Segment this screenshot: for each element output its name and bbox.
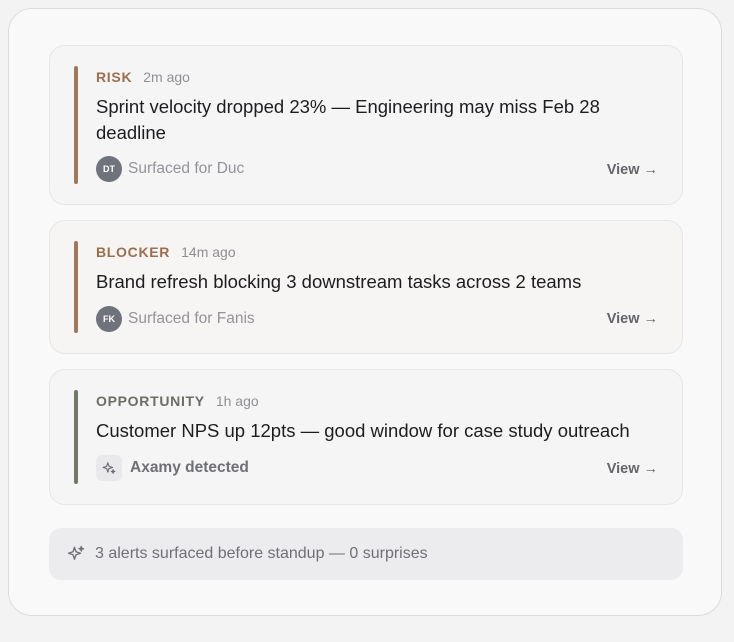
alert-timestamp: 1h ago [215, 393, 259, 409]
alert-kind-label: RISK [96, 69, 133, 85]
alert-timestamp: 14m ago [181, 244, 236, 260]
alert-kind-label: OPPORTUNITY [96, 393, 205, 409]
alert-card-opportunity[interactable]: OPPORTUNITY 1h ago Customer NPS up 12pts… [49, 369, 683, 505]
alert-accent-bar [74, 241, 78, 333]
alert-source-text: Surfaced for Duc [128, 160, 245, 177]
summary-banner: 3 alerts surfaced before standup — 0 sur… [49, 528, 683, 580]
alert-card-blocker[interactable]: BLOCKER 14m ago Brand refresh blocking 3… [49, 220, 683, 354]
alert-source-text: Axamy detected [130, 459, 249, 476]
view-button-label: View [606, 461, 640, 477]
alert-kind-label: BLOCKER [96, 244, 171, 260]
arrow-right-icon: → [643, 311, 659, 327]
alert-source-text: Surfaced for Fanis [128, 310, 255, 327]
alert-title: Customer NPS up 12pts — good window for … [96, 420, 630, 441]
view-button[interactable]: View → [607, 162, 658, 178]
arrow-right-icon: → [643, 461, 659, 477]
alert-accent-bar [74, 66, 78, 184]
avatar: FK [96, 306, 122, 332]
alert-meta: OPPORTUNITY 1h ago [96, 393, 259, 409]
view-button-label: View [606, 311, 640, 327]
avatar: DT [96, 156, 122, 182]
alert-meta: RISK 2m ago [96, 69, 190, 85]
alert-meta: BLOCKER 14m ago [96, 244, 236, 260]
alert-card-risk[interactable]: RISK 2m ago Sprint velocity dropped 23% … [49, 45, 683, 205]
arrow-right-icon: → [643, 162, 659, 178]
alert-source: DT Surfaced for Duc [96, 156, 244, 182]
alerts-panel: RISK 2m ago Sprint velocity dropped 23% … [8, 8, 722, 616]
sparkle-icon [96, 455, 122, 481]
view-button[interactable]: View → [607, 311, 658, 327]
alert-timestamp: 2m ago [143, 69, 190, 85]
alert-title: Brand refresh blocking 3 downstream task… [96, 271, 582, 292]
summary-text: 3 alerts surfaced before standup — 0 sur… [95, 545, 428, 562]
alert-source: Axamy detected [96, 455, 249, 481]
view-button[interactable]: View → [607, 461, 658, 477]
alert-title: Sprint velocity dropped 23% — Engineerin… [96, 96, 600, 143]
alert-source: FK Surfaced for Fanis [96, 306, 255, 332]
sparkle-icon [67, 545, 85, 563]
view-button-label: View [606, 162, 640, 178]
alert-accent-bar [74, 390, 78, 484]
